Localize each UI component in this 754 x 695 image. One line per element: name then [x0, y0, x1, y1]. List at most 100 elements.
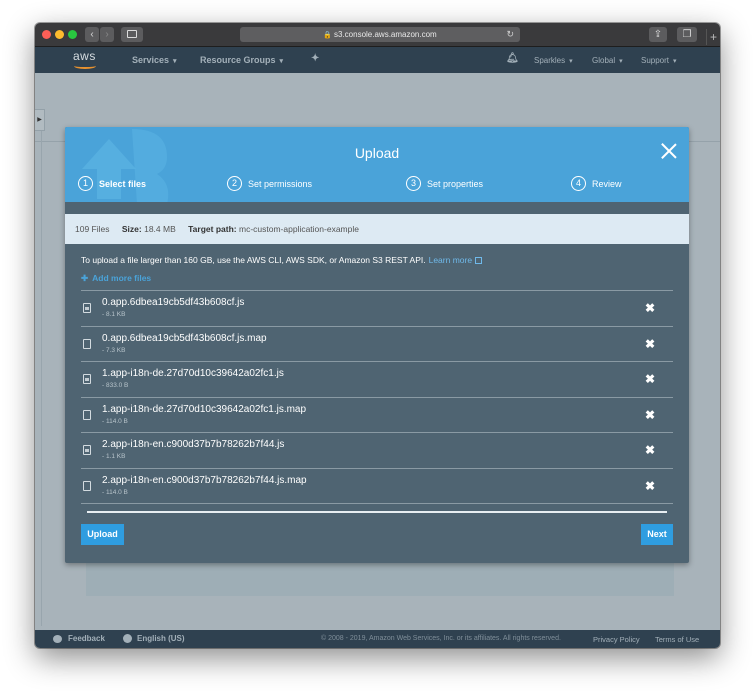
learn-more-link[interactable]: Learn more — [429, 255, 472, 265]
file-row: 2.app-i18n-en.c900d37b7b78262b7f44.js - … — [81, 433, 673, 469]
sidebar-toggle-button[interactable] — [121, 27, 143, 42]
chevron-down-icon: ▾ — [619, 58, 623, 65]
globe-icon — [123, 634, 132, 643]
upload-info: To upload a file larger than 160 GB, use… — [81, 255, 483, 265]
size-value: 18.4 MB — [144, 224, 176, 234]
js-file-icon — [83, 445, 91, 455]
remove-file-icon[interactable]: ✖ — [645, 337, 655, 351]
horizontal-scrollbar[interactable] — [87, 511, 667, 513]
step-set-permissions[interactable]: 2 Set permissions — [227, 176, 312, 191]
feedback-link[interactable]: Feedback — [68, 634, 105, 643]
remove-file-icon[interactable]: ✖ — [645, 408, 655, 422]
zoom-window-button[interactable] — [68, 30, 77, 39]
caret-right-icon: ▶ — [37, 117, 42, 123]
tabs-icon: ❐ — [682, 29, 692, 40]
minimize-window-button[interactable] — [55, 30, 64, 39]
step-label: Set permissions — [248, 178, 313, 189]
file-size: - 7.3 KB — [102, 346, 126, 354]
step-set-properties[interactable]: 3 Set properties — [406, 176, 483, 191]
upload-watermark-icon — [82, 129, 169, 202]
aws-navbar: aws Services ▾ Resource Groups ▾ ✦ 🔔︎ Spar… — [35, 47, 720, 73]
sidebar-icon — [127, 30, 137, 38]
file-name: 1.app-i18n-de.27d70d10c39642a02fc1.js — [102, 368, 284, 379]
divider — [41, 131, 42, 626]
services-menu[interactable]: Services ▾ — [132, 55, 177, 65]
back-button[interactable]: ‹ — [85, 27, 99, 42]
remove-file-icon[interactable]: ✖ — [645, 301, 655, 315]
console-footer: Feedback English (US) © 2008 - 2019, Ama… — [35, 630, 720, 648]
resource-groups-menu[interactable]: Resource Groups ▾ — [200, 55, 283, 65]
share-button[interactable]: ⇪ — [649, 27, 667, 42]
file-size: - 833.0 B — [102, 382, 129, 389]
file-row: 0.app.6dbea19cb5df43b608cf.js - 8.1 KB ✖ — [81, 291, 673, 327]
step-label: Review — [592, 178, 622, 189]
add-more-files-label: Add more files — [92, 273, 152, 283]
resource-groups-label: Resource Groups — [200, 55, 276, 65]
file-size: - 114.0 B — [102, 417, 128, 425]
close-window-button[interactable] — [42, 30, 51, 39]
plus-icon: ✚ — [81, 273, 89, 283]
chevron-left-icon: ‹ — [90, 29, 94, 40]
next-button[interactable]: Next — [641, 524, 673, 545]
info-text: To upload a file larger than 160 GB, use… — [81, 255, 426, 265]
lock-icon: 🔒 — [323, 32, 332, 39]
step-review[interactable]: 4 Review — [571, 176, 622, 191]
upload-button[interactable]: Upload — [81, 524, 124, 545]
upload-modal: Upload 1 Select files 2 Set permissions … — [65, 127, 689, 563]
feedback-icon — [53, 635, 62, 643]
chevron-down-icon: ▾ — [673, 58, 677, 65]
browser-window: ‹ › 🔒 s3.console.aws.amazon.com ↻ ⇪ ❐ + a… — [35, 23, 720, 648]
reload-icon[interactable]: ↻ — [506, 27, 514, 42]
file-name: 2.app-i18n-en.c900d37b7b78262b7f44.js.ma… — [102, 474, 307, 486]
step-select-files[interactable]: 1 Select files — [78, 176, 146, 191]
file-row: 1.app-i18n-de.27d70d10c39642a02fc1.js.ma… — [81, 398, 673, 433]
step-number: 2 — [227, 176, 242, 191]
file-row: 1.app-i18n-de.27d70d10c39642a02fc1.js - … — [81, 362, 673, 398]
bell-icon[interactable]: 🔔︎ — [506, 53, 519, 64]
forward-button[interactable]: › — [100, 27, 114, 42]
support-menu[interactable]: Support ▾ — [641, 56, 677, 65]
region-menu[interactable]: Global ▾ — [592, 56, 623, 65]
chevron-down-icon: ▾ — [279, 58, 284, 65]
show-tabs-button[interactable]: ❐ — [677, 27, 697, 42]
remove-file-icon[interactable]: ✖ — [645, 479, 655, 493]
step-label: Set properties — [427, 178, 484, 189]
js-file-icon — [83, 374, 91, 384]
remove-file-icon[interactable]: ✖ — [645, 372, 655, 386]
file-name: 2.app-i18n-en.c900d37b7b78262b7f44.js — [102, 439, 285, 450]
file-name: 0.app.6dbea19cb5df43b608cf.js — [102, 297, 245, 308]
step-number: 3 — [406, 176, 421, 191]
region-label: Global — [592, 56, 616, 65]
modal-title: Upload — [354, 145, 400, 161]
modal-header: Upload 1 Select files 2 Set permissions … — [65, 127, 689, 202]
expand-sidebar-button[interactable]: ▶ — [35, 109, 45, 131]
file-size: - 8.1 KB — [102, 311, 126, 318]
pin-icon[interactable]: ✦ — [311, 53, 319, 64]
privacy-policy-link[interactable]: Privacy Policy — [593, 635, 640, 644]
share-icon: ⇪ — [653, 29, 663, 40]
file-icon — [83, 409, 91, 420]
file-list: 0.app.6dbea19cb5df43b608cf.js - 8.1 KB ✖… — [81, 290, 673, 504]
file-count: 109 Files — [75, 224, 110, 234]
aws-logo[interactable]: aws — [73, 49, 96, 69]
file-size: - 1.1 KB — [102, 453, 126, 460]
target-path-value: mc-custom-application-example — [238, 224, 359, 234]
url-text: s3.console.aws.amazon.com — [334, 30, 437, 39]
copyright-text: © 2008 - 2019, Amazon Web Services, Inc.… — [321, 635, 561, 642]
page-content: ▶ Get started Upload 1 Select files 2 Se… — [35, 73, 720, 630]
close-icon[interactable] — [661, 143, 677, 159]
file-name: 0.app.6dbea19cb5df43b608cf.js.map — [102, 332, 267, 344]
address-bar[interactable]: 🔒 s3.console.aws.amazon.com ↻ — [240, 27, 520, 42]
terms-of-use-link[interactable]: Terms of Use — [655, 635, 699, 644]
account-menu[interactable]: Sparkles ▾ — [534, 56, 573, 65]
services-label: Services — [132, 55, 170, 65]
remove-file-icon[interactable]: ✖ — [645, 443, 655, 457]
language-selector[interactable]: English (US) — [137, 634, 185, 643]
add-more-files-button[interactable]: ✚ Add more files — [81, 273, 151, 284]
file-size: - 114.0 B — [102, 488, 128, 496]
support-label: Support — [641, 56, 670, 65]
step-label: Select files — [99, 178, 147, 189]
file-row: 0.app.6dbea19cb5df43b608cf.js.map - 7.3 … — [81, 327, 673, 362]
file-row: 2.app-i18n-en.c900d37b7b78262b7f44.js.ma… — [81, 469, 673, 504]
new-tab-button[interactable]: + — [706, 29, 720, 45]
